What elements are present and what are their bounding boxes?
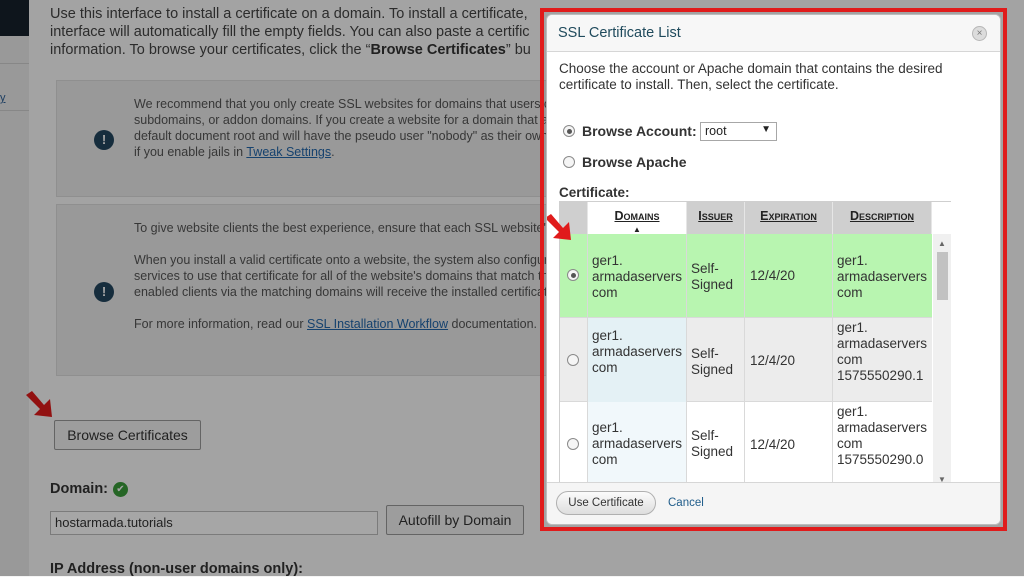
column-header-domains-label: Domains: [614, 209, 660, 223]
domain-cell: ger1. armadaservers com: [588, 318, 687, 402]
browse-account-radio[interactable]: [563, 125, 575, 137]
domain-cell: ger1. armadaservers com: [588, 234, 687, 318]
account-select-value: root: [705, 124, 727, 138]
domain-line: com: [592, 452, 618, 467]
description-line: ger1.: [837, 253, 868, 268]
browse-account-label: Browse Account:: [582, 123, 697, 139]
description-cell: ger1. armadaservers com 1575550290.0: [833, 402, 932, 485]
select-cell: [560, 234, 588, 318]
table-row[interactable]: ger1. armadaservers com Self- Signed 12/…: [560, 318, 932, 402]
domain-line: armadaservers: [592, 269, 683, 284]
account-select[interactable]: root ▼: [700, 122, 777, 141]
table-row[interactable]: ger1. armadaservers com Self- Signed 12/…: [560, 234, 932, 318]
dialog-title: SSL Certificate List: [558, 25, 681, 41]
description-line: ger1.: [837, 404, 868, 419]
description-line: armadaservers: [837, 420, 928, 435]
select-cell: [560, 318, 588, 402]
dialog-footer: Use Certificate Cancel: [547, 482, 1000, 524]
description-line: com: [837, 285, 863, 300]
description-cell: ger1. armadaservers com: [833, 234, 932, 318]
expiration-cell: 12/4/20: [745, 318, 833, 402]
description-line: armadaservers: [837, 269, 928, 284]
description-line: 1575550290.1: [837, 368, 924, 383]
chevron-down-icon: ▼: [761, 124, 771, 135]
domain-line: com: [592, 360, 618, 375]
select-cell: [560, 402, 588, 485]
domain-line: armadaservers: [592, 436, 683, 451]
issuer-line: Self-: [691, 261, 719, 276]
domain-line: ger1.: [592, 253, 623, 268]
column-header-expiration[interactable]: Expiration: [745, 202, 833, 234]
issuer-line: Self-: [691, 346, 719, 361]
browse-apache-label: Browse Apache: [582, 154, 687, 170]
dialog-header: SSL Certificate List ×: [547, 15, 1000, 52]
table-row[interactable]: ger1. armadaservers com Self- Signed 12/…: [560, 402, 932, 485]
expiration-cell: 12/4/20: [745, 402, 833, 485]
column-header-issuer[interactable]: Issuer: [687, 202, 745, 234]
domain-line: ger1.: [592, 420, 623, 435]
dialog-instructions: Choose the account or Apache domain that…: [559, 61, 943, 92]
issuer-cell: Self- Signed: [687, 402, 745, 485]
issuer-line: Self-: [691, 428, 719, 443]
annotation-arrow-icon: [547, 214, 571, 240]
scrollbar-thumb[interactable]: [937, 252, 948, 300]
description-line: com: [837, 352, 863, 367]
sort-ascending-icon: ▲: [633, 225, 641, 234]
column-header-domains[interactable]: Domains ▲: [588, 202, 687, 234]
dialog-body: Choose the account or Apache domain that…: [547, 52, 1000, 485]
table-scrollbar[interactable]: ▲ ▼: [933, 234, 951, 485]
issuer-cell: Self- Signed: [687, 318, 745, 402]
certificate-radio[interactable]: [567, 354, 579, 366]
browse-apache-radio[interactable]: [563, 156, 575, 168]
issuer-line: Signed: [691, 277, 734, 292]
domain-line: armadaservers: [592, 344, 683, 359]
issuer-line: Signed: [691, 362, 734, 377]
certificate-radio[interactable]: [567, 269, 579, 281]
certificate-table: Domains ▲ Issuer Expiration Description …: [559, 201, 951, 485]
issuer-line: Signed: [691, 444, 734, 459]
close-icon[interactable]: ×: [972, 26, 987, 41]
description-line: armadaservers: [837, 336, 928, 351]
certificate-radio[interactable]: [567, 438, 579, 450]
expiration-cell: 12/4/20: [745, 234, 833, 318]
certificate-label: Certificate:: [559, 185, 630, 200]
column-header-description[interactable]: Description: [833, 202, 932, 234]
scroll-up-icon[interactable]: ▲: [938, 239, 946, 248]
description-line: 1575550290.0: [837, 452, 924, 467]
description-line: ger1.: [837, 320, 868, 335]
description-cell: ger1. armadaservers com 1575550290.1: [833, 318, 932, 402]
use-certificate-button[interactable]: Use Certificate: [556, 491, 656, 515]
ssl-certificate-list-dialog: SSL Certificate List × Choose the accoun…: [546, 14, 1001, 525]
issuer-cell: Self- Signed: [687, 234, 745, 318]
domain-cell: ger1. armadaservers com: [588, 402, 687, 485]
cancel-link[interactable]: Cancel: [668, 497, 704, 509]
domain-line: ger1.: [592, 328, 623, 343]
domain-line: com: [592, 285, 618, 300]
description-line: com: [837, 436, 863, 451]
